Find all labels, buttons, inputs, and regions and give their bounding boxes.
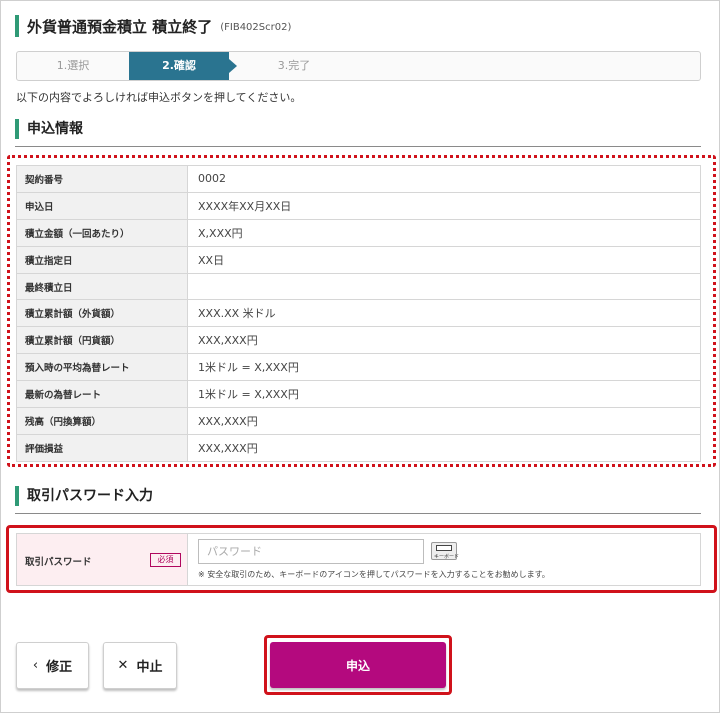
page-title-text: 外貨普通預金積立 積立終了 bbox=[27, 17, 213, 36]
heading-accent-bar bbox=[15, 119, 19, 139]
row-value: XX日 bbox=[187, 245, 701, 274]
table-row: 最終積立日 bbox=[16, 272, 701, 301]
row-label: 積立金額（一回あたり） bbox=[16, 218, 188, 247]
page-title: 外貨普通預金積立 積立終了 (FIB402Scr02) bbox=[15, 15, 291, 37]
keyboard-icon[interactable]: キーボード bbox=[431, 542, 460, 560]
section-heading-application-info: 申込情報 bbox=[15, 119, 701, 147]
section-heading-password: 取引パスワード入力 bbox=[15, 486, 701, 514]
row-value bbox=[187, 272, 701, 301]
row-value: XXX,XXX円 bbox=[187, 326, 701, 355]
cancel-button[interactable]: ✕ 中止 bbox=[103, 642, 177, 689]
step-confirm: 2.確認 bbox=[129, 52, 237, 80]
table-row: 評価損益 XXX,XXX円 bbox=[16, 433, 701, 462]
back-button-label: 修正 bbox=[46, 660, 73, 675]
row-label: 評価損益 bbox=[16, 433, 188, 462]
row-value: XXXX年XX月XX日 bbox=[187, 191, 701, 220]
row-label: 積立指定日 bbox=[16, 245, 188, 274]
table-row: 契約番号 0002 bbox=[16, 165, 701, 193]
section-heading-text: 取引パスワード入力 bbox=[27, 488, 153, 504]
row-label: 積立累計額（外貨額） bbox=[16, 299, 188, 328]
step-select: 1.選択 bbox=[56, 59, 90, 72]
row-label: 積立累計額（円貨額） bbox=[16, 326, 188, 355]
table-row: 積立金額（一回あたり） X,XXX円 bbox=[16, 218, 701, 247]
screen-id: (FIB402Scr02) bbox=[220, 22, 292, 33]
keyboard-glyph bbox=[436, 545, 452, 551]
instruction-text: 以下の内容でよろしければ申込ボタンを押してください。 bbox=[16, 91, 302, 104]
progress-steps: 1.選択 2.確認 3.完了 bbox=[16, 51, 701, 81]
password-label: 取引パスワード bbox=[25, 557, 92, 568]
close-icon: ✕ bbox=[117, 658, 129, 673]
table-row: 最新の為替レート 1米ドル = X,XXX円 bbox=[16, 380, 701, 409]
row-value: X,XXX円 bbox=[187, 218, 701, 247]
chevron-left-icon: ‹ bbox=[32, 658, 39, 673]
row-label: 最終積立日 bbox=[16, 272, 188, 301]
cancel-button-label: 中止 bbox=[136, 660, 163, 675]
password-label-cell: 取引パスワード 必須 bbox=[17, 534, 188, 585]
row-label: 預入時の平均為替レート bbox=[16, 353, 188, 382]
heading-accent-bar bbox=[15, 486, 19, 506]
password-value-cell: キーボード ※ 安全な取引のため、キーボードのアイコンを押してパスワードを入力す… bbox=[188, 534, 700, 585]
row-value: 1米ドル = X,XXX円 bbox=[187, 353, 701, 382]
row-value: XXX,XXX円 bbox=[187, 433, 701, 462]
row-label: 最新の為替レート bbox=[16, 380, 188, 409]
submit-button[interactable]: 申込 bbox=[270, 642, 446, 688]
row-value: 0002 bbox=[187, 165, 701, 193]
password-row: 取引パスワード 必須 キーボード ※ 安全な取引のため、キーボードのアイコンを押… bbox=[16, 533, 701, 586]
step-complete: 3.完了 bbox=[277, 59, 311, 72]
row-label: 申込日 bbox=[16, 191, 188, 220]
row-value: XXX.XX 米ドル bbox=[187, 299, 701, 328]
title-accent-bar bbox=[15, 15, 19, 37]
password-input[interactable] bbox=[198, 539, 424, 564]
section-heading-text: 申込情報 bbox=[27, 121, 83, 137]
table-row: 残高（円換算額） XXX,XXX円 bbox=[16, 407, 701, 435]
password-note: ※ 安全な取引のため、キーボードのアイコンを押してパスワードを入力することをお勧… bbox=[198, 570, 550, 579]
row-value: 1米ドル = X,XXX円 bbox=[187, 380, 701, 409]
table-row: 預入時の平均為替レート 1米ドル = X,XXX円 bbox=[16, 353, 701, 382]
table-row: 積立累計額（円貨額） XXX,XXX円 bbox=[16, 326, 701, 355]
table-row: 積立累計額（外貨額） XXX.XX 米ドル bbox=[16, 299, 701, 328]
keyboard-icon-text: キーボード bbox=[434, 554, 460, 560]
row-value: XXX,XXX円 bbox=[187, 407, 701, 435]
table-row: 申込日 XXXX年XX月XX日 bbox=[16, 191, 701, 220]
required-badge: 必須 bbox=[150, 553, 181, 567]
row-label: 残高（円換算額） bbox=[16, 407, 188, 435]
back-button[interactable]: ‹ 修正 bbox=[16, 642, 89, 689]
row-label: 契約番号 bbox=[16, 165, 188, 193]
table-row: 積立指定日 XX日 bbox=[16, 245, 701, 274]
application-info-table: 契約番号 0002 申込日 XXXX年XX月XX日 積立金額（一回あたり） X,… bbox=[16, 165, 701, 462]
